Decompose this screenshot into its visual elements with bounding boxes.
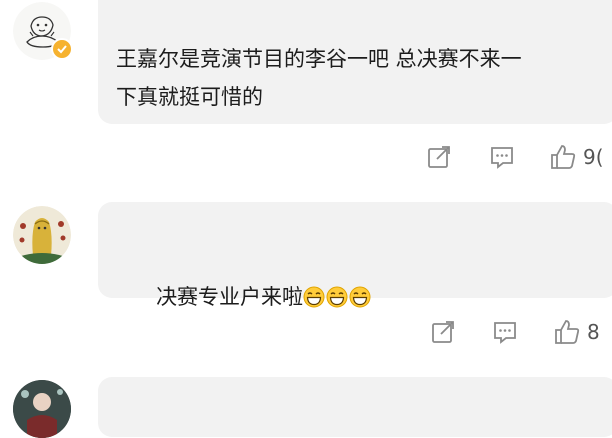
comment-button[interactable] [492, 317, 518, 347]
like-icon [549, 143, 577, 171]
comment-bubble [98, 377, 612, 437]
comment-text: 王嘉尔是竞演节目的李谷一吧 总决赛不来一 下真就挺可惜的 [116, 47, 522, 109]
comment-icon [489, 144, 515, 170]
grin-emoji [326, 286, 348, 308]
like-icon [553, 318, 581, 346]
comment-icon [492, 319, 518, 345]
like-button[interactable]: 8 [553, 317, 600, 347]
avatar[interactable] [13, 380, 71, 438]
comment-button[interactable] [489, 142, 515, 172]
like-count: 9( [583, 145, 604, 169]
share-button[interactable] [430, 317, 456, 347]
share-icon [426, 144, 452, 170]
comment-bubble: 决赛专业户来啦 [98, 202, 612, 309]
grin-emoji [303, 286, 325, 308]
avatar[interactable] [13, 206, 71, 264]
share-button[interactable] [426, 142, 452, 172]
share-icon [430, 319, 456, 345]
grin-emoji [349, 286, 371, 308]
comment-bubble: 王嘉尔是竞演节目的李谷一吧 总决赛不来一 下真就挺可惜的 [98, 0, 612, 124]
comment-actions: 9( [0, 142, 612, 172]
comment-actions: 8 [0, 317, 612, 347]
like-button[interactable]: 9( [549, 142, 604, 172]
verified-badge-icon [51, 38, 73, 60]
like-count: 8 [587, 320, 600, 344]
